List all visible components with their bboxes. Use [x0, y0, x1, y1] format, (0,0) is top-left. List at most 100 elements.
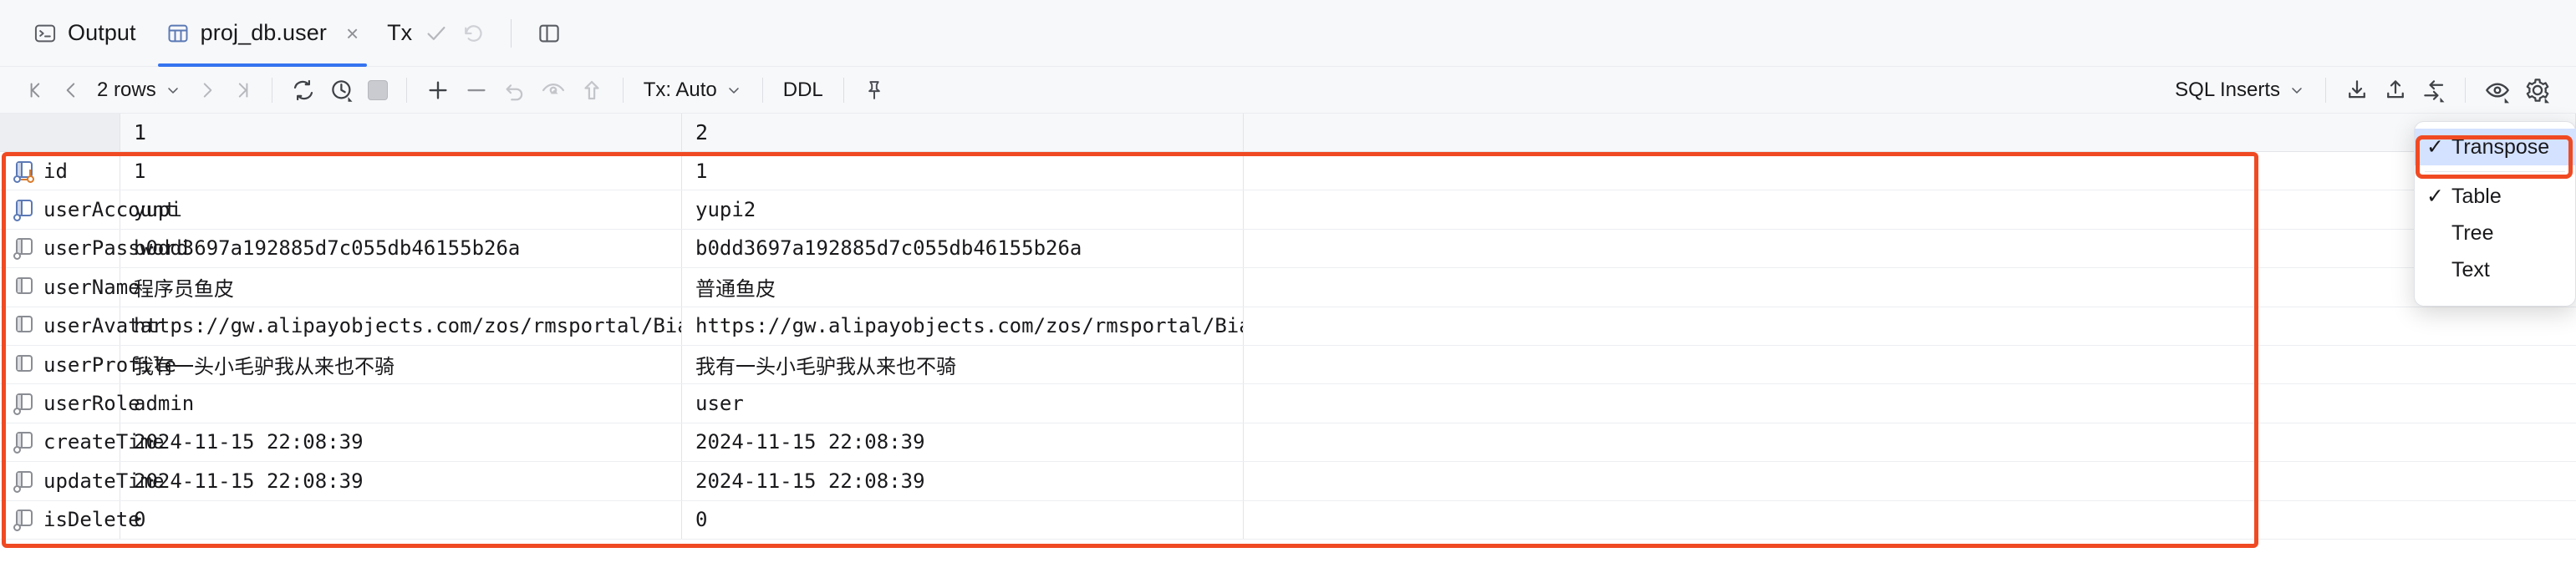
- grid-cell[interactable]: 我有一头小毛驴我从来也不骑: [682, 345, 1244, 384]
- database-console-screen: Output proj_db.user × Tx 2 rows Tx: Auto…: [0, 0, 2576, 578]
- tab-proj-db-user[interactable]: proj_db.user ×: [151, 0, 374, 67]
- grid-cell[interactable]: 2024-11-15 22:08:39: [120, 462, 682, 500]
- grid-cell-empty[interactable]: [1244, 190, 2576, 228]
- grid-cell[interactable]: 普通鱼皮: [682, 268, 1244, 307]
- menu-item-table[interactable]: ✓ Table: [2415, 178, 2575, 215]
- grid-column-header-1[interactable]: 1: [120, 114, 682, 151]
- grid-cell[interactable]: yupi2: [682, 190, 1244, 229]
- view-options-icon[interactable]: [2477, 74, 2517, 107]
- pin-icon[interactable]: [856, 74, 893, 107]
- menu-item-transpose[interactable]: ✓ Transpose: [2415, 129, 2575, 165]
- grid-cell[interactable]: 2024-11-15 22:08:39: [120, 423, 682, 462]
- grid-cell-empty[interactable]: [1244, 230, 2576, 267]
- table-row[interactable]: id 1 1: [0, 152, 2576, 191]
- first-page-button[interactable]: [18, 74, 53, 107]
- table-row[interactable]: userPassword b0dd3697a192885d7c055db46155…: [0, 229, 2576, 269]
- row-count-selector[interactable]: 2 rows: [89, 79, 190, 102]
- grid-cell[interactable]: b0dd3697a192885d7c055db46155b26a: [120, 229, 682, 268]
- row-header-userAccount[interactable]: userAccount: [0, 190, 176, 229]
- column-icon: [13, 393, 35, 416]
- table-row[interactable]: isDelete 0 0: [0, 500, 2576, 540]
- row-header-userName[interactable]: userName: [0, 268, 140, 307]
- table-row[interactable]: createTime 2024-11-15 22:08:39 2024-11-15 …: [0, 423, 2576, 463]
- grid-cell[interactable]: yupi: [120, 190, 682, 229]
- terminal-icon: [33, 22, 57, 45]
- commit-check-icon[interactable]: [424, 21, 449, 46]
- row-header-updateTime[interactable]: updateTime: [0, 462, 165, 500]
- column-icon: [13, 470, 35, 493]
- grid-cell[interactable]: 1: [682, 152, 1244, 190]
- grid-corner-cell[interactable]: [0, 114, 120, 151]
- grid-cell[interactable]: https://gw.alipayobjects.com/zos/rmsport…: [682, 307, 1244, 345]
- grid-cell-empty[interactable]: [1244, 462, 2576, 499]
- result-data-grid: 1 2 id 1 1 userAccount yupi yupi2 userPassword…: [0, 114, 2576, 578]
- row-header-userRole[interactable]: userRole: [0, 384, 140, 423]
- tx-mode-label: Tx: Auto: [643, 78, 717, 101]
- settings-icon[interactable]: [2517, 74, 2558, 107]
- delete-row-icon[interactable]: [457, 74, 496, 107]
- stop-icon[interactable]: [361, 74, 395, 107]
- table-row[interactable]: userAccount yupi yupi2: [0, 190, 2576, 230]
- menu-item-tree[interactable]: Tree: [2415, 215, 2575, 251]
- previous-page-button[interactable]: [53, 74, 89, 107]
- row-header-createTime[interactable]: createTime: [0, 423, 165, 462]
- preview-changes-icon[interactable]: [534, 74, 573, 107]
- submit-icon[interactable]: [573, 74, 611, 107]
- row-header-userPassword[interactable]: userPassword: [0, 229, 188, 268]
- last-page-button[interactable]: [225, 74, 260, 107]
- grid-cell[interactable]: 0: [682, 500, 1244, 539]
- ddl-button[interactable]: DDL: [775, 79, 832, 102]
- grid-cell[interactable]: 我有一头小毛驴我从来也不骑: [120, 345, 682, 384]
- menu-item-text[interactable]: Text: [2415, 251, 2575, 288]
- grid-cell-empty[interactable]: [1244, 501, 2576, 539]
- table-row[interactable]: userName 程序员鱼皮 普通鱼皮: [0, 268, 2576, 307]
- table-row[interactable]: userAvatar https://gw.alipayobjects.com/z…: [0, 307, 2576, 346]
- history-icon[interactable]: [323, 74, 361, 107]
- split-editor-icon[interactable]: [537, 21, 562, 46]
- close-icon[interactable]: ×: [346, 23, 359, 44]
- revert-icon[interactable]: [496, 74, 534, 107]
- grid-cell-empty[interactable]: [1244, 307, 2576, 345]
- export-format-label: SQL Inserts: [2175, 78, 2280, 101]
- reload-icon[interactable]: [284, 74, 323, 107]
- tx-label[interactable]: Tx: [387, 20, 412, 46]
- grid-cell-empty[interactable]: [1244, 423, 2576, 461]
- grid-cell[interactable]: admin: [120, 384, 682, 423]
- editor-tab-bar: Output proj_db.user × Tx: [0, 0, 2576, 67]
- grid-cell[interactable]: user: [682, 384, 1244, 423]
- grid-cell[interactable]: 程序员鱼皮: [120, 268, 682, 307]
- row-header-userProfile[interactable]: userProfile: [0, 345, 176, 384]
- grid-cell[interactable]: 2024-11-15 22:08:39: [682, 462, 1244, 500]
- data-grid-toolbar: 2 rows Tx: Auto DDL SQL Inserts: [0, 67, 2576, 114]
- grid-column-header-2[interactable]: 2: [682, 114, 1244, 151]
- export-icon[interactable]: [2376, 74, 2415, 107]
- chevron-down-icon: [725, 82, 742, 99]
- row-header-isDelete[interactable]: isDelete: [0, 500, 140, 539]
- grid-cell-empty[interactable]: [1244, 268, 2576, 306]
- import-icon[interactable]: [2338, 74, 2376, 107]
- grid-cell[interactable]: 0: [120, 500, 682, 539]
- tab-output[interactable]: Output: [18, 0, 151, 67]
- row-header-id[interactable]: id: [0, 152, 120, 190]
- grid-cell[interactable]: b0dd3697a192885d7c055db46155b26a: [682, 229, 1244, 268]
- row-header-userAvatar[interactable]: userAvatar: [0, 307, 165, 345]
- grid-cell[interactable]: https://gw.alipayobjects.com/zos/rmsport…: [120, 307, 682, 345]
- table-row[interactable]: userProfile 我有一头小毛驴我从来也不骑 我有一头小毛驴我从来也不骑: [0, 345, 2576, 385]
- export-format-selector[interactable]: SQL Inserts: [2166, 79, 2314, 102]
- menu-item-label: Table: [2451, 184, 2502, 208]
- next-page-button[interactable]: [190, 74, 225, 107]
- add-row-icon[interactable]: [419, 74, 457, 107]
- grid-cell-empty[interactable]: [1244, 346, 2576, 383]
- rollback-icon[interactable]: [461, 21, 486, 46]
- table-row[interactable]: updateTime 2024-11-15 22:08:39 2024-11-15 …: [0, 462, 2576, 501]
- grid-cell[interactable]: 2024-11-15 22:08:39: [682, 423, 1244, 462]
- data-extractor-icon[interactable]: [2415, 74, 2453, 107]
- grid-cell[interactable]: 1: [120, 152, 682, 190]
- toolbar-separator-7: [2465, 77, 2466, 103]
- grid-cell-empty[interactable]: [1244, 152, 2576, 190]
- tx-mode-selector[interactable]: Tx: Auto: [635, 79, 751, 102]
- table-row[interactable]: userRole admin user: [0, 384, 2576, 423]
- grid-cell-empty[interactable]: [1244, 384, 2576, 422]
- grid-column-header-empty[interactable]: [1244, 114, 2576, 151]
- toolbar-separator-6: [2325, 77, 2326, 103]
